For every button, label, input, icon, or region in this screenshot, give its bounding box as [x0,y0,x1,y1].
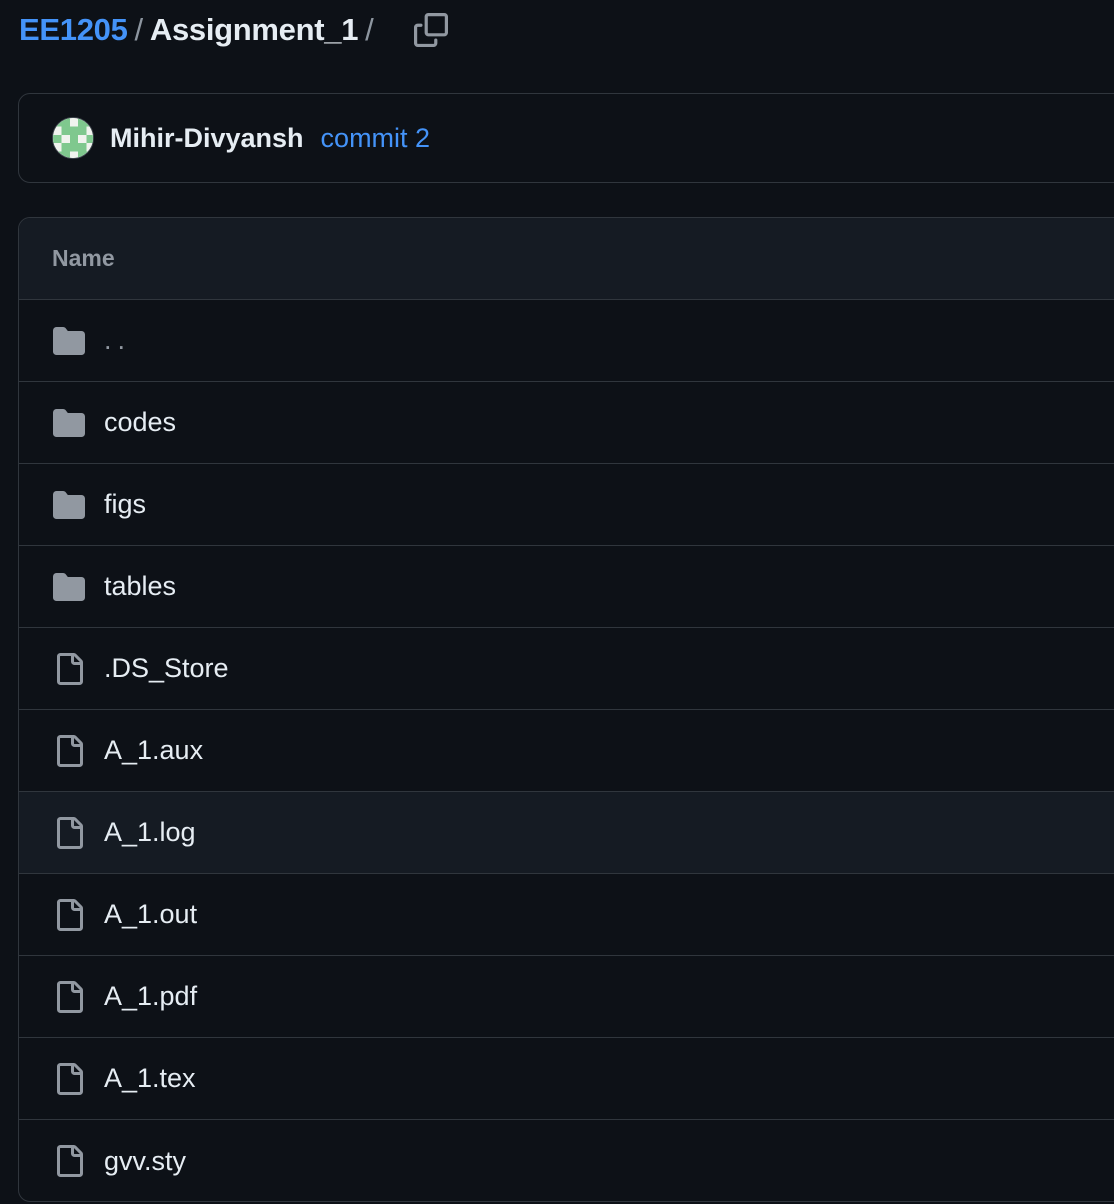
parent-directory-row[interactable]: .. [19,300,1114,382]
file-icon [57,652,83,685]
folder-icon [52,324,86,358]
file-icon [52,816,86,850]
file-icon [57,1062,83,1095]
file-name-link[interactable]: A_1.aux [104,735,203,766]
commit-message-link[interactable]: commit 2 [321,123,431,154]
file-icon [52,734,86,768]
breadcrumb-trailing-separator: / [365,12,374,47]
file-name-link[interactable]: A_1.out [104,899,197,930]
breadcrumb-separator: / [134,12,144,47]
file-list-item[interactable]: .DS_Store [19,628,1114,710]
identicon-icon [53,118,93,158]
file-list-item[interactable]: codes [19,382,1114,464]
name-column-header: Name [52,245,115,271]
breadcrumb: EE1205 / Assignment_1 / [19,8,451,52]
file-name-link[interactable]: tables [104,571,176,602]
folder-icon [53,490,85,519]
folder-icon [52,406,86,440]
copy-icon [413,13,448,47]
file-name-link[interactable]: codes [104,407,176,438]
file-icon [52,652,86,686]
folder-icon [52,488,86,522]
commit-author-link[interactable]: Mihir-Divyansh [110,123,304,154]
file-list-item[interactable]: A_1.out [19,874,1114,956]
file-list-item[interactable]: A_1.tex [19,1038,1114,1120]
file-name-link[interactable]: A_1.log [104,817,196,848]
file-name-link[interactable]: A_1.pdf [104,981,197,1012]
file-list-item[interactable]: A_1.pdf [19,956,1114,1038]
file-icon [52,1144,86,1178]
breadcrumb-repo-link[interactable]: EE1205 [19,12,128,48]
file-list-item[interactable]: figs [19,464,1114,546]
folder-icon [52,570,86,604]
file-name-link[interactable]: .DS_Store [104,653,229,684]
file-list-item[interactable]: gvv.sty [19,1120,1114,1201]
file-icon [52,980,86,1014]
file-icon [57,1145,83,1177]
file-name-link[interactable]: .. [104,325,131,356]
folder-icon [53,408,85,437]
folder-icon [53,572,85,601]
copy-path-button[interactable] [411,10,451,50]
file-list-item[interactable]: A_1.aux [19,710,1114,792]
folder-icon [53,326,85,355]
file-icon [57,898,83,931]
file-icon [57,816,83,849]
file-name-link[interactable]: figs [104,489,146,520]
file-icon [57,734,83,767]
file-table: Name .. codes figs tables .DS_Store A_1.aux A_… [18,217,1114,1202]
file-icon [52,898,86,932]
latest-commit-bar: Mihir-Divyansh commit 2 [18,93,1114,183]
file-icon [57,980,83,1013]
table-header: Name [19,218,1114,300]
file-name-link[interactable]: gvv.sty [104,1146,186,1177]
file-list-item[interactable]: A_1.log [19,792,1114,874]
file-name-link[interactable]: A_1.tex [104,1063,196,1094]
file-list-item[interactable]: tables [19,546,1114,628]
file-icon [52,1062,86,1096]
avatar[interactable] [52,117,94,159]
breadcrumb-current-dir: Assignment_1 [149,12,359,47]
